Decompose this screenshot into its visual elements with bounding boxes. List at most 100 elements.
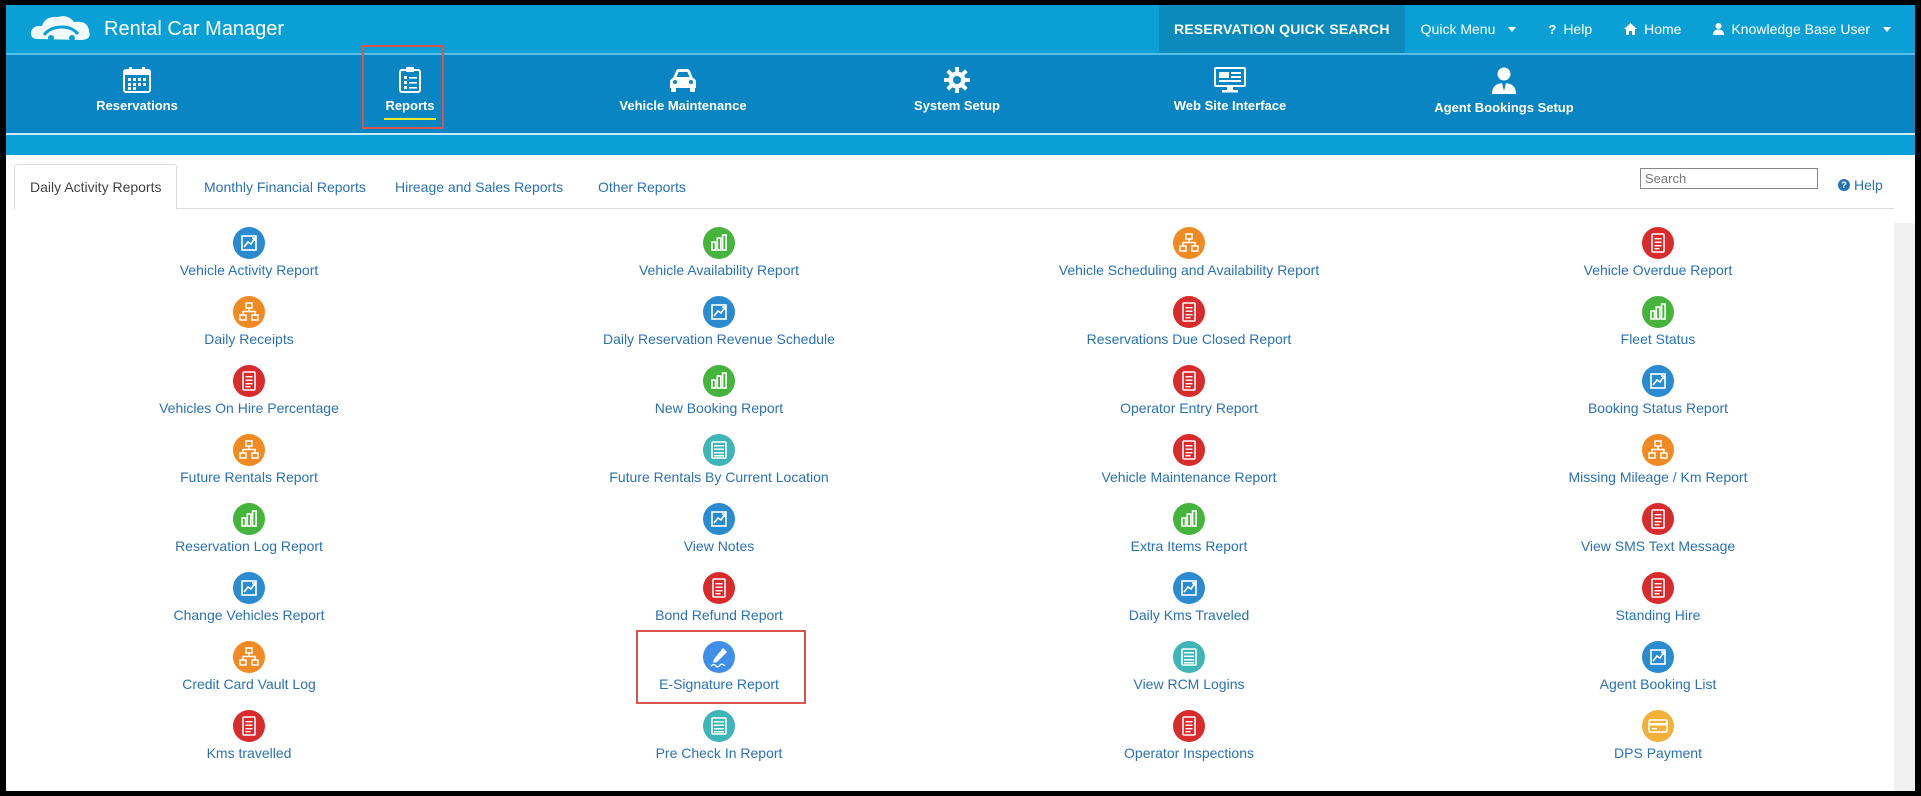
sitemap-icon — [233, 434, 265, 466]
user-name: Knowledge Base User — [1731, 21, 1870, 37]
report-link-dps-payment[interactable]: DPS Payment — [1478, 710, 1838, 761]
report-label: Vehicle Overdue Report — [1583, 262, 1733, 278]
report-link-extra-items-report[interactable]: Extra Items Report — [1009, 503, 1369, 554]
report-link-vehicle-activity-report[interactable]: Vehicle Activity Report — [69, 227, 429, 278]
report-link-vehicle-overdue-report[interactable]: Vehicle Overdue Report — [1478, 227, 1838, 278]
report-link-vehicles-on-hire-percentage[interactable]: Vehicles On Hire Percentage — [69, 365, 429, 416]
document-icon — [1173, 365, 1205, 397]
help-label: Help — [1854, 177, 1883, 193]
tab-daily-activity-reports[interactable]: Daily Activity Reports — [14, 164, 178, 210]
report-link-operator-inspections[interactable]: Operator Inspections — [1009, 710, 1369, 761]
report-link-vehicle-scheduling-and-availability-report[interactable]: Vehicle Scheduling and Availability Repo… — [1009, 227, 1369, 278]
quick-menu-dropdown[interactable]: Quick Menu — [1405, 5, 1533, 53]
nav-web-site-interface[interactable]: Web Site Interface — [1130, 55, 1330, 133]
report-label: View SMS Text Message — [1580, 538, 1736, 554]
report-link-reservations-due-closed-report[interactable]: Reservations Due Closed Report — [1009, 296, 1369, 347]
document-icon — [233, 710, 265, 742]
tab-other-reports[interactable]: Other Reports — [583, 164, 701, 209]
help-link[interactable]: ? Help — [1838, 177, 1883, 193]
nav-agent-bookings-setup[interactable]: Agent Bookings Setup — [1404, 55, 1604, 133]
top-help-label: Help — [1563, 21, 1593, 37]
report-label: New Booking Report — [654, 400, 784, 416]
report-label: Pre Check In Report — [655, 745, 783, 761]
report-link-view-sms-text-message[interactable]: View SMS Text Message — [1478, 503, 1838, 554]
brand[interactable]: Rental Car Manager — [26, 5, 284, 53]
main-nav: Reservations Reports Vehicle Maintenance — [6, 53, 1915, 155]
top-bar: Rental Car Manager RESERVATION QUICK SEA… — [6, 5, 1915, 53]
top-help-link[interactable]: ? Help — [1532, 5, 1608, 53]
question-icon: ? — [1548, 21, 1557, 37]
home-icon — [1624, 23, 1638, 35]
bar-chart-icon — [233, 503, 265, 535]
scrollbar[interactable] — [1894, 223, 1915, 791]
report-label: Vehicle Maintenance Report — [1101, 469, 1277, 485]
card-icon — [1642, 710, 1674, 742]
document-icon — [1173, 434, 1205, 466]
chart-icon — [233, 227, 265, 259]
gear-icon — [944, 67, 970, 93]
report-label: Reservations Due Closed Report — [1086, 331, 1292, 347]
report-link-future-rentals-report[interactable]: Future Rentals Report — [69, 434, 429, 485]
nav-reservations[interactable]: Reservations — [37, 55, 237, 133]
report-link-agent-booking-list[interactable]: Agent Booking List — [1478, 641, 1838, 692]
report-link-bond-refund-report[interactable]: Bond Refund Report — [539, 572, 899, 623]
sitemap-icon — [233, 296, 265, 328]
report-link-change-vehicles-report[interactable]: Change Vehicles Report — [69, 572, 429, 623]
chevron-down-icon — [1883, 26, 1891, 32]
agent-icon — [1492, 67, 1516, 94]
report-label: Daily Reservation Revenue Schedule — [603, 331, 835, 347]
nav-label: Web Site Interface — [1173, 98, 1287, 113]
chart-icon — [703, 503, 735, 535]
report-link-new-booking-report[interactable]: New Booking Report — [539, 365, 899, 416]
report-link-reservation-log-report[interactable]: Reservation Log Report — [69, 503, 429, 554]
bar-chart-icon — [703, 365, 735, 397]
tab-hireage-and-sales-reports[interactable]: Hireage and Sales Reports — [380, 164, 578, 209]
sitemap-icon — [1173, 227, 1205, 259]
document-icon — [1642, 572, 1674, 604]
report-link-daily-reservation-revenue-schedule[interactable]: Daily Reservation Revenue Schedule — [539, 296, 899, 347]
chart-icon — [233, 572, 265, 604]
report-link-view-rcm-logins[interactable]: View RCM Logins — [1009, 641, 1369, 692]
report-link-daily-kms-traveled[interactable]: Daily Kms Traveled — [1009, 572, 1369, 623]
report-link-view-notes[interactable]: View Notes — [539, 503, 899, 554]
report-label: Fleet Status — [1620, 331, 1696, 347]
report-link-credit-card-vault-log[interactable]: Credit Card Vault Log — [69, 641, 429, 692]
report-label: Future Rentals Report — [180, 469, 318, 485]
report-link-pre-check-in-report[interactable]: Pre Check In Report — [539, 710, 899, 761]
report-link-fleet-status[interactable]: Fleet Status — [1478, 296, 1838, 347]
report-link-vehicle-availability-report[interactable]: Vehicle Availability Report — [539, 227, 899, 278]
report-label: Extra Items Report — [1130, 538, 1248, 554]
report-link-standing-hire[interactable]: Standing Hire — [1478, 572, 1838, 623]
chart-icon — [1642, 641, 1674, 673]
report-label: Change Vehicles Report — [173, 607, 325, 623]
report-label: Booking Status Report — [1587, 400, 1729, 416]
nav-vehicle-maintenance[interactable]: Vehicle Maintenance — [583, 55, 783, 133]
nav-system-setup[interactable]: System Setup — [857, 55, 1057, 133]
document-icon — [233, 365, 265, 397]
report-label: Agent Booking List — [1599, 676, 1717, 692]
home-link[interactable]: Home — [1608, 5, 1697, 53]
report-label: Standing Hire — [1615, 607, 1701, 623]
list-icon — [703, 434, 735, 466]
report-label: Kms travelled — [206, 745, 292, 761]
report-link-booking-status-report[interactable]: Booking Status Report — [1478, 365, 1838, 416]
report-label: Credit Card Vault Log — [182, 676, 316, 692]
report-link-missing-mileage-km-report[interactable]: Missing Mileage / Km Report — [1478, 434, 1838, 485]
report-label: Vehicle Availability Report — [638, 262, 800, 278]
search-input[interactable] — [1640, 168, 1818, 189]
report-link-daily-receipts[interactable]: Daily Receipts — [69, 296, 429, 347]
quick-menu-label: Quick Menu — [1420, 21, 1496, 37]
e-signature-highlight-box — [636, 630, 806, 704]
chart-icon — [703, 296, 735, 328]
nav-band — [6, 135, 1915, 155]
sitemap-icon — [233, 641, 265, 673]
report-link-kms-travelled[interactable]: Kms travelled — [69, 710, 429, 761]
user-menu-dropdown[interactable]: Knowledge Base User — [1697, 5, 1915, 53]
reservation-quick-search-button[interactable]: RESERVATION QUICK SEARCH — [1159, 5, 1405, 53]
report-tabs: Daily Activity Reports Monthly Financial… — [14, 164, 1894, 210]
report-link-operator-entry-report[interactable]: Operator Entry Report — [1009, 365, 1369, 416]
report-link-future-rentals-by-current-location[interactable]: Future Rentals By Current Location — [539, 434, 899, 485]
nav-label: Vehicle Maintenance — [619, 98, 747, 113]
tab-monthly-financial-reports[interactable]: Monthly Financial Reports — [189, 164, 381, 209]
report-link-vehicle-maintenance-report[interactable]: Vehicle Maintenance Report — [1009, 434, 1369, 485]
